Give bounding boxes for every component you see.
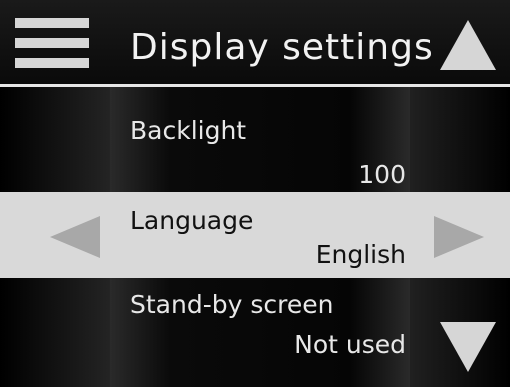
setting-label: Backlight [130, 116, 247, 145]
setting-label: Language [130, 206, 254, 235]
setting-value: English [315, 240, 406, 269]
menu-icon-bar [15, 38, 89, 48]
scroll-up-arrow-icon[interactable] [438, 18, 498, 72]
next-value-arrow-icon[interactable] [432, 214, 486, 260]
setting-backlight[interactable]: Backlight 100 [0, 108, 510, 189]
menu-icon-bar [15, 18, 89, 28]
menu-icon-bar [15, 58, 89, 68]
page-title: Display settings [130, 27, 434, 68]
setting-label: Stand-by screen [130, 290, 334, 319]
setting-value: 100 [358, 160, 406, 189]
header-bar: Display settings [0, 0, 510, 84]
previous-value-arrow-icon[interactable] [48, 214, 102, 260]
menu-icon[interactable] [15, 18, 89, 68]
scroll-down-arrow-icon[interactable] [438, 318, 498, 374]
setting-value: Not used [294, 330, 406, 359]
setting-standby-screen[interactable]: Stand-by screen Not used [0, 280, 510, 370]
